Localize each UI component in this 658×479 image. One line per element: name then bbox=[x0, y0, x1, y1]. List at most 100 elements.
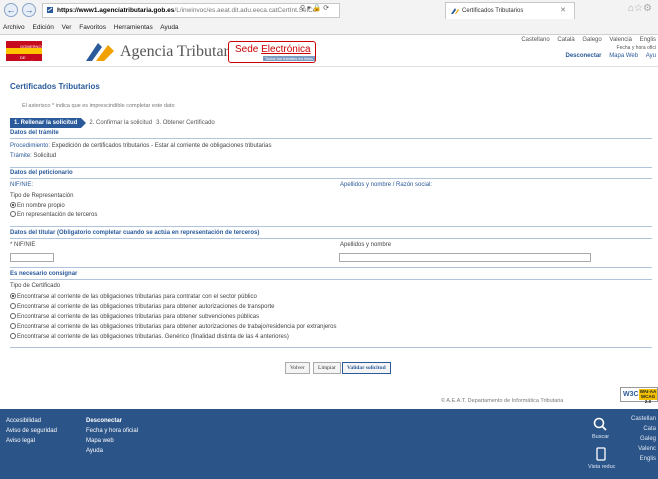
certificado-option-label[interactable]: Encontrarse al corriente de las obligaci… bbox=[17, 304, 274, 310]
copyright-text: © A.E.A.T. Departamento de Informática T… bbox=[441, 398, 564, 404]
menu-edicion[interactable]: Edición bbox=[33, 24, 54, 31]
tramite-label: Trámite: bbox=[10, 153, 32, 159]
step-indicator: 1. Rellenar la solicitud 2. Confirmar la … bbox=[10, 118, 215, 128]
radio-terceros-label[interactable]: En representación de terceros bbox=[17, 212, 97, 218]
url-path: /L/inwinvoc/es.aeat.dit.adu.eeca.catCert… bbox=[174, 7, 317, 14]
titular-nif-input[interactable] bbox=[10, 253, 54, 262]
accesibilidad-link[interactable]: Accesibilidad bbox=[6, 416, 57, 426]
mapa-web-link[interactable]: Mapa Web bbox=[609, 53, 638, 59]
agencia-logo-icon[interactable] bbox=[84, 41, 116, 63]
lang-english[interactable]: Englis bbox=[640, 37, 656, 43]
limpiar-button[interactable]: Limpiar bbox=[313, 362, 341, 374]
section-divider bbox=[10, 238, 652, 239]
titular-nombre-input[interactable] bbox=[339, 253, 591, 262]
menu-herramientas[interactable]: Herramientas bbox=[114, 24, 153, 31]
step-1: 1. Rellenar la solicitud bbox=[10, 118, 87, 128]
browser-chrome: ← → https://www1.agenciatributaria.gob.e… bbox=[0, 0, 658, 35]
procedimiento-label: Procedimiento: bbox=[10, 143, 51, 149]
tab-close-icon[interactable]: ✕ bbox=[560, 3, 566, 19]
footer-lang-valencia[interactable]: Valenc bbox=[631, 444, 656, 454]
site-icon bbox=[47, 7, 53, 13]
certificado-option-label[interactable]: Encontrarse al corriente de las obligaci… bbox=[17, 314, 259, 320]
radio-button[interactable] bbox=[10, 323, 16, 329]
site-footer: Accesibilidad Aviso de seguridad Aviso l… bbox=[0, 409, 658, 479]
menu-ayuda[interactable]: Ayuda bbox=[160, 24, 178, 31]
menu-archivo[interactable]: Archivo bbox=[3, 24, 25, 31]
footer-fecha-link[interactable]: Fecha y hora oficial bbox=[86, 426, 138, 436]
certificado-option[interactable]: Encontrarse al corriente de las obligaci… bbox=[10, 333, 289, 340]
section-divider bbox=[10, 138, 652, 139]
section-divider bbox=[10, 279, 652, 280]
footer-mapa-web-link[interactable]: Mapa web bbox=[86, 436, 138, 446]
lang-castellano[interactable]: Castellano bbox=[521, 37, 549, 43]
tab-favicon bbox=[451, 8, 459, 14]
browser-tab[interactable]: Certificados Tributarios ✕ bbox=[445, 2, 575, 19]
footer-lang-castellano[interactable]: Castellan bbox=[631, 414, 656, 424]
vista-reducida-label[interactable]: Vista reduc bbox=[588, 464, 615, 470]
tramite-value: Solicitud bbox=[31, 153, 57, 159]
search-icon[interactable] bbox=[593, 417, 607, 431]
back-button[interactable]: ← bbox=[4, 3, 18, 17]
radio-button-selected[interactable] bbox=[10, 293, 16, 299]
volver-button[interactable]: Volver bbox=[285, 362, 310, 374]
footer-lang-english[interactable]: Englis bbox=[631, 454, 656, 464]
url-host: https://www1.agenciatributaria.gob.es bbox=[57, 7, 175, 14]
section-divider bbox=[10, 267, 652, 268]
certificado-option-label[interactable]: Encontrarse al corriente de las obligaci… bbox=[17, 334, 289, 340]
aviso-legal-link[interactable]: Aviso legal bbox=[6, 436, 57, 446]
gobierno-logo[interactable]: GOBIERNO DE ESPAÑA bbox=[6, 41, 42, 65]
forward-button[interactable]: → bbox=[22, 3, 36, 17]
certificado-option-label[interactable]: Encontrarse al corriente de las obligaci… bbox=[17, 324, 337, 330]
radio-nombre-propio[interactable]: En nombre propio bbox=[10, 202, 65, 209]
radio-button[interactable] bbox=[10, 333, 16, 339]
footer-lang-galego[interactable]: Galeg bbox=[631, 434, 656, 444]
footer-col-2: Desconectar Fecha y hora oficial Mapa we… bbox=[86, 416, 138, 456]
electronica-word: Electrónica bbox=[261, 44, 311, 55]
lang-galego[interactable]: Galego bbox=[582, 37, 601, 43]
certificado-option[interactable]: Encontrarse al corriente de las obligaci… bbox=[10, 323, 337, 330]
buscar-label[interactable]: Buscar bbox=[592, 434, 609, 440]
footer-desconectar-link[interactable]: Desconectar bbox=[86, 416, 138, 426]
radio-nombre-propio-label[interactable]: En nombre propio bbox=[17, 203, 65, 209]
titular-nombre-label: Apellidos y nombre bbox=[340, 242, 392, 248]
address-bar-icons[interactable]: ⚲ ▾ 🔒 ⟳ bbox=[300, 4, 329, 12]
menu-bar: Archivo Edición Ver Favoritos Herramient… bbox=[0, 22, 658, 34]
sede-electronica-logo[interactable]: Sede Electrónica Todos los trámites en l… bbox=[228, 41, 316, 63]
radio-representacion-terceros[interactable]: En representación de terceros bbox=[10, 211, 97, 218]
section-divider bbox=[10, 347, 652, 348]
validar-solicitud-button[interactable]: Validar solicitud bbox=[342, 362, 391, 374]
certificado-option[interactable]: Encontrarse al corriente de las obligaci… bbox=[10, 293, 257, 300]
step-2: 2. Confirmar la solicitud bbox=[89, 120, 153, 126]
menu-ver[interactable]: Ver bbox=[62, 24, 72, 31]
mobile-view-icon[interactable] bbox=[594, 447, 608, 461]
section-divider bbox=[10, 178, 652, 179]
footer-lang-catala[interactable]: Cata bbox=[631, 424, 656, 434]
aviso-seguridad-link[interactable]: Aviso de seguridad bbox=[6, 426, 57, 436]
footer-languages: Castellan Cata Galeg Valenc Englis bbox=[631, 414, 656, 464]
menu-favoritos[interactable]: Favoritos bbox=[79, 24, 106, 31]
star-gear-icons[interactable]: ⌂☆⚙ bbox=[628, 3, 652, 14]
radio-button[interactable] bbox=[10, 211, 16, 217]
certificado-option-label[interactable]: Encontrarse al corriente de las obligaci… bbox=[17, 294, 257, 300]
section-tramite-title: Datos del trámite bbox=[10, 130, 59, 136]
asterisk-note: El asterisco * indica que es imprescindi… bbox=[22, 103, 175, 109]
agency-name[interactable]: Agencia Tributaria bbox=[120, 43, 240, 61]
ayuda-link[interactable]: Ayu bbox=[646, 53, 656, 59]
address-bar[interactable]: https://www1.agenciatributaria.gob.es/L/… bbox=[42, 3, 340, 18]
certificado-option[interactable]: Encontrarse al corriente de las obligaci… bbox=[10, 303, 274, 310]
section-divider bbox=[10, 167, 652, 168]
desconectar-link[interactable]: Desconectar bbox=[565, 53, 601, 59]
lang-catala[interactable]: Català bbox=[557, 37, 574, 43]
tab-title: Certificados Tributarios bbox=[462, 8, 524, 14]
section-titular-title: Datos del titular (Obligatorio completar… bbox=[10, 230, 260, 236]
radio-button[interactable] bbox=[10, 313, 16, 319]
radio-button[interactable] bbox=[10, 303, 16, 309]
fecha-hora-link[interactable]: Fecha y hora ofici bbox=[617, 45, 656, 51]
certificado-option[interactable]: Encontrarse al corriente de las obligaci… bbox=[10, 313, 259, 320]
radio-button-selected[interactable] bbox=[10, 202, 16, 208]
step-3: 3. Obtener Certificado bbox=[156, 120, 215, 126]
lang-valencia[interactable]: Valencià bbox=[609, 37, 632, 43]
footer-ayuda-link[interactable]: Ayuda bbox=[86, 446, 138, 456]
tipo-certificado-label: Tipo de Certificado bbox=[10, 283, 61, 289]
wai-badge[interactable]: W3C WAI-AA WCAG 2.0 bbox=[620, 387, 658, 404]
